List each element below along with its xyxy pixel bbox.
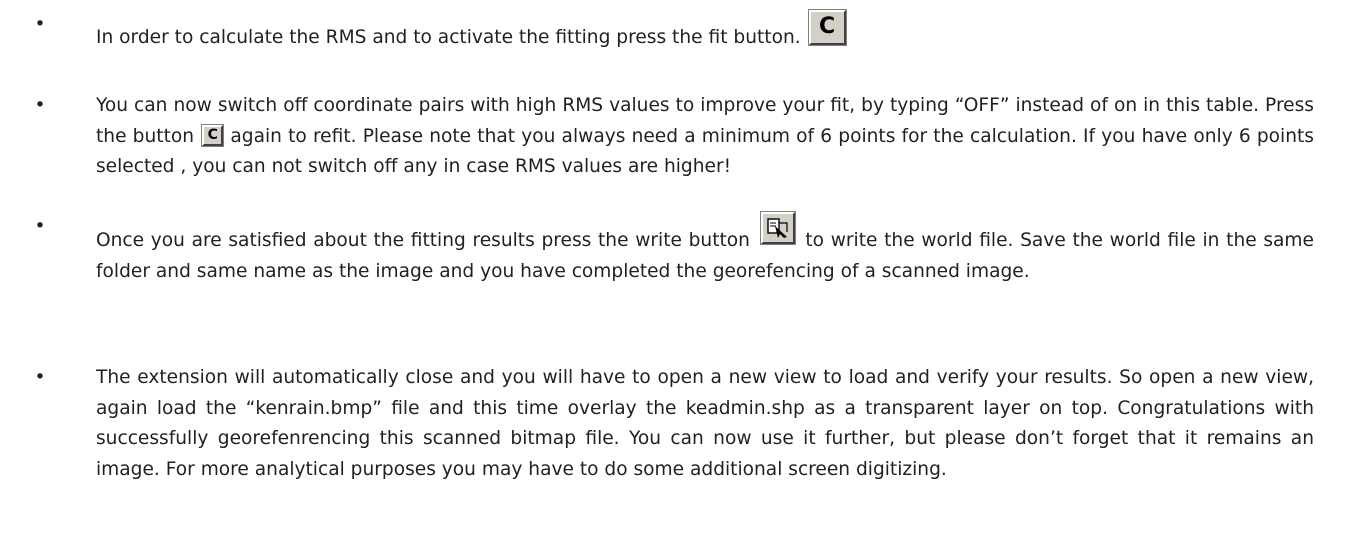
list-item-verify: • The extension will automatically close… [35, 363, 1314, 485]
bullet-marker: • [34, 367, 46, 388]
bullet-marker: • [34, 95, 46, 116]
bullet-marker: • [34, 14, 46, 35]
fit-button-glyph: C [818, 14, 836, 39]
list-item-write: • Once you are satisfied about the fitti… [35, 211, 1314, 287]
bullet-marker: • [34, 216, 46, 237]
fit-button-icon: C [807, 9, 847, 46]
list-item-switch-off: • You can now switch off coordinate pair… [35, 91, 1314, 183]
item-text-part-2: again to refit. Please note that you alw… [96, 125, 1314, 178]
item-text: The extension will automatically close a… [96, 367, 1314, 480]
refit-button-glyph: C [207, 126, 218, 143]
list-item-fit: • In order to calculate the RMS and to a… [35, 9, 1314, 54]
item-text: In order to calculate the RMS and to act… [96, 27, 801, 48]
write-file-icon [759, 211, 796, 245]
document-page: • In order to calculate the RMS and to a… [0, 0, 1360, 538]
refit-button-icon: C [201, 123, 225, 147]
item-text-part-1: Once you are satisfied about the fitting… [96, 230, 750, 251]
